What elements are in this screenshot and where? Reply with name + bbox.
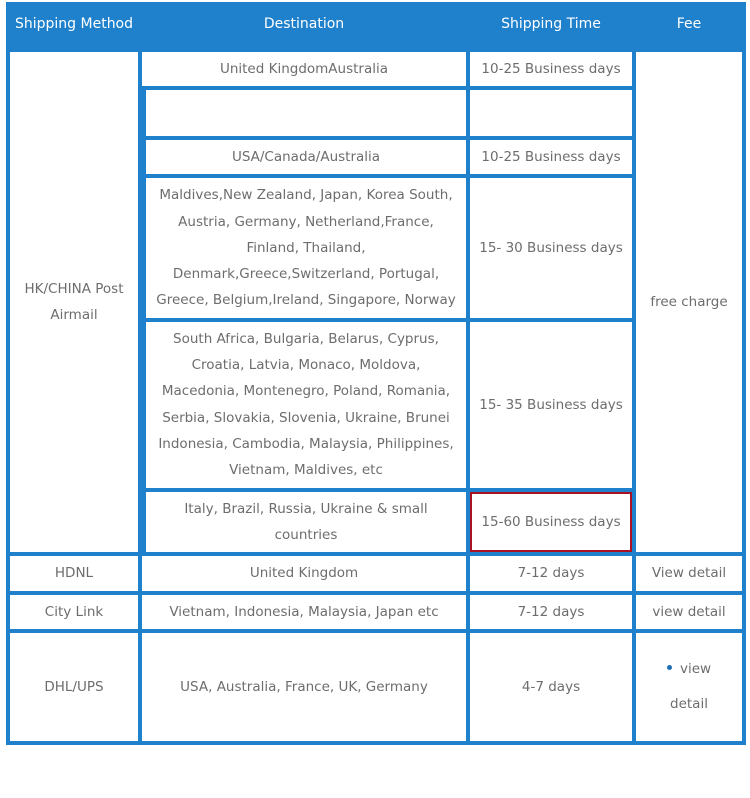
destination-cell: United KingdomAustralia [142,47,470,90]
column-header-shipping-method: Shipping Method [6,2,142,48]
fee-view-detail-link[interactable]: View detail [636,556,746,595]
destination-cell: USA, Australia, France, UK, Germany [142,632,470,745]
shipping-time-cell-highlighted: 15-60 Business days [470,491,636,557]
bullet-dot-icon [666,665,672,671]
fee-cell-free-charge: free charge [636,47,746,557]
destination-cell: South Africa, Bulgaria, Belarus, Cyprus,… [142,321,470,492]
shipping-time-cell: 10-25 Business days [470,47,636,90]
table-header: Shipping Method Destination Shipping Tim… [6,2,746,48]
shipping-time-cell: 15- 35 Business days [470,321,636,492]
fee-view-label: view [679,660,712,677]
destination-cell: Maldives,New Zealand, Japan, Korea South… [142,178,470,322]
fee-detail-label: detail [670,695,708,712]
column-header-destination: Destination [142,2,470,48]
column-header-fee: Fee [636,2,746,48]
shipping-method-hdnl: HDNL [6,556,142,595]
shipping-time-cell: 10-25 Business days [470,139,636,179]
shipping-method-hk-china-post-airmail: HK/CHINA Post Airmail [6,47,142,557]
shipping-method-city-link: City Link [6,594,142,633]
fee-view-detail-link[interactable]: view detail [636,594,746,633]
column-header-shipping-time: Shipping Time [470,2,636,48]
fee-view-detail-bulleted[interactable]: view detail [636,632,746,745]
shipping-time-cell: 15- 30 Business days [470,178,636,322]
fee-bullet-item: view detail [642,652,736,722]
table-row: HDNL United Kingdom 7-12 days View detai… [6,556,746,595]
table-row: DHL/UPS USA, Australia, France, UK, Germ… [6,632,746,745]
table-body: HK/CHINA Post Airmail United KingdomAust… [6,47,746,745]
destination-cell: Vietnam, Indonesia, Malaysia, Japan etc [142,594,470,633]
shipping-table-container: Shipping Method Destination Shipping Tim… [0,0,750,798]
destination-cell-empty [142,89,470,140]
shipping-time-cell: 7-12 days [470,556,636,595]
destination-cell: USA/Canada/Australia [142,139,470,179]
shipping-method-dhl-ups: DHL/UPS [6,632,142,745]
table-row: City Link Vietnam, Indonesia, Malaysia, … [6,594,746,633]
table-row: HK/CHINA Post Airmail United KingdomAust… [6,47,746,557]
shipping-time-cell: 7-12 days [470,594,636,633]
destination-cell-highlighted: Italy, Brazil, Russia, Ukraine & small c… [142,491,470,557]
shipping-time-cell-empty [470,89,636,140]
shipping-time-cell: 4-7 days [470,632,636,745]
destination-cell: United Kingdom [142,556,470,595]
header-row: Shipping Method Destination Shipping Tim… [6,2,746,48]
shipping-methods-table: Shipping Method Destination Shipping Tim… [6,2,746,745]
